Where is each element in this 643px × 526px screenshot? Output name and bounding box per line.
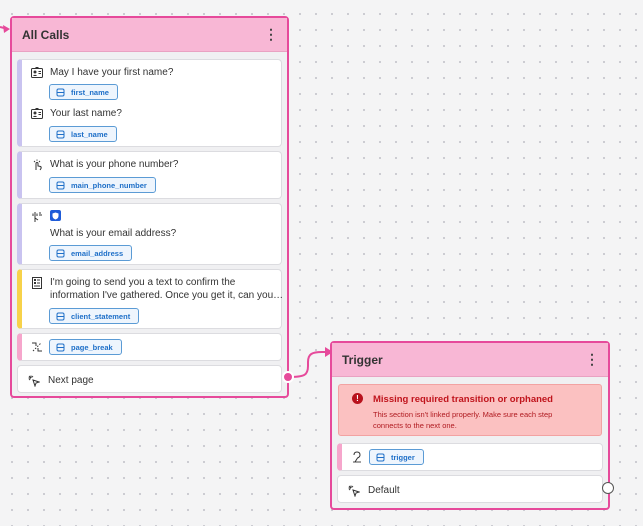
step-first-name: May I have your first name? xyxy=(30,66,173,79)
error-title: Missing required transition or orphaned xyxy=(373,394,553,405)
step-email-icons xyxy=(30,210,68,223)
next-page-connector xyxy=(287,351,328,378)
contact-card-icon xyxy=(30,107,43,120)
error-message: This section isn't linked properly. Make… xyxy=(373,410,553,430)
error-icon: ! xyxy=(352,393,363,404)
error-alert: ! Missing required transition or orphane… xyxy=(338,384,602,436)
database-icon xyxy=(56,130,65,139)
incoming-arrowhead xyxy=(3,25,10,33)
variable-name: page_break xyxy=(71,342,113,352)
statement-text: I'm going to send you a text to confirm … xyxy=(50,276,283,302)
variable-chip[interactable]: client_statement xyxy=(49,308,140,324)
variable-chip[interactable]: main_phone_number xyxy=(49,177,156,193)
question-text: What is your phone number? xyxy=(50,159,179,170)
default-output-port[interactable] xyxy=(602,482,614,494)
question-text: May I have your first name? xyxy=(50,67,174,78)
variable-name: first_name xyxy=(71,87,109,97)
variable-name: trigger xyxy=(391,452,415,462)
default-transition[interactable]: Default xyxy=(337,475,603,503)
microphone-wave-icon xyxy=(30,210,43,223)
variable-chip[interactable]: first_name xyxy=(49,84,118,100)
step-page-break[interactable]: page_break xyxy=(17,333,282,361)
variable-chip[interactable]: page_break xyxy=(49,339,122,355)
question-text: Your last name? xyxy=(50,108,122,119)
node-title: All Calls xyxy=(22,27,70,42)
all-calls-node[interactable]: All Calls ⋮ May I have your first name? … xyxy=(10,16,289,398)
database-icon xyxy=(56,249,65,258)
trigger-icon xyxy=(350,450,363,463)
step-phone[interactable]: What is your phone number? main_phone_nu… xyxy=(17,151,282,199)
node-menu-icon[interactable]: ⋮ xyxy=(264,26,278,43)
variable-chip[interactable]: last_name xyxy=(49,126,117,142)
variable-name: last_name xyxy=(71,129,108,139)
page-break-icon xyxy=(30,340,43,353)
step-last-name: Your last name? xyxy=(30,107,122,120)
sparkle-cursor-icon xyxy=(28,374,41,392)
touch-hand-icon xyxy=(30,158,43,171)
node-header: Trigger ⋮ xyxy=(332,343,608,377)
database-icon xyxy=(56,181,65,190)
step-trigger[interactable]: trigger xyxy=(337,443,603,471)
step-statement-line: I'm going to send you a text to confirm … xyxy=(30,276,283,302)
variable-name: main_phone_number xyxy=(71,180,147,190)
database-icon xyxy=(56,88,65,97)
node-header: All Calls ⋮ xyxy=(12,18,287,52)
database-icon xyxy=(376,453,385,462)
step-statement[interactable]: I'm going to send you a text to confirm … xyxy=(17,269,283,329)
node-menu-icon[interactable]: ⋮ xyxy=(585,351,599,368)
statement-line-1: I'm going to send you a text to confirm … xyxy=(50,277,236,288)
step-group-name[interactable]: May I have your first name? first_name Y… xyxy=(17,59,282,147)
variable-chip[interactable]: email_address xyxy=(49,245,133,261)
document-list-icon xyxy=(30,276,43,289)
question-text: What is your email address? xyxy=(50,228,177,239)
contact-card-icon xyxy=(30,66,43,79)
step-email[interactable]: What is your email address? email_addres… xyxy=(17,203,282,265)
footer-label: Next page xyxy=(48,375,94,386)
variable-chip[interactable]: trigger xyxy=(369,449,424,465)
next-page-transition[interactable]: Next page xyxy=(17,365,282,393)
variable-name: email_address xyxy=(71,248,124,258)
step-phone-line: What is your phone number? xyxy=(30,158,178,171)
database-icon xyxy=(56,312,65,321)
sparkle-cursor-icon xyxy=(348,484,361,502)
database-icon xyxy=(56,343,65,352)
variable-name: client_statement xyxy=(71,311,131,321)
step-email-line: What is your email address? xyxy=(50,227,176,240)
incoming-connector xyxy=(0,26,9,30)
footer-label: Default xyxy=(368,485,400,496)
shield-badge-icon xyxy=(50,210,61,221)
node-title: Trigger xyxy=(342,352,383,367)
next-page-output-port[interactable] xyxy=(282,371,294,383)
trigger-node[interactable]: Trigger ⋮ ! Missing required transition … xyxy=(330,341,610,510)
statement-line-2: information I've gathered. Once you get … xyxy=(50,290,284,301)
